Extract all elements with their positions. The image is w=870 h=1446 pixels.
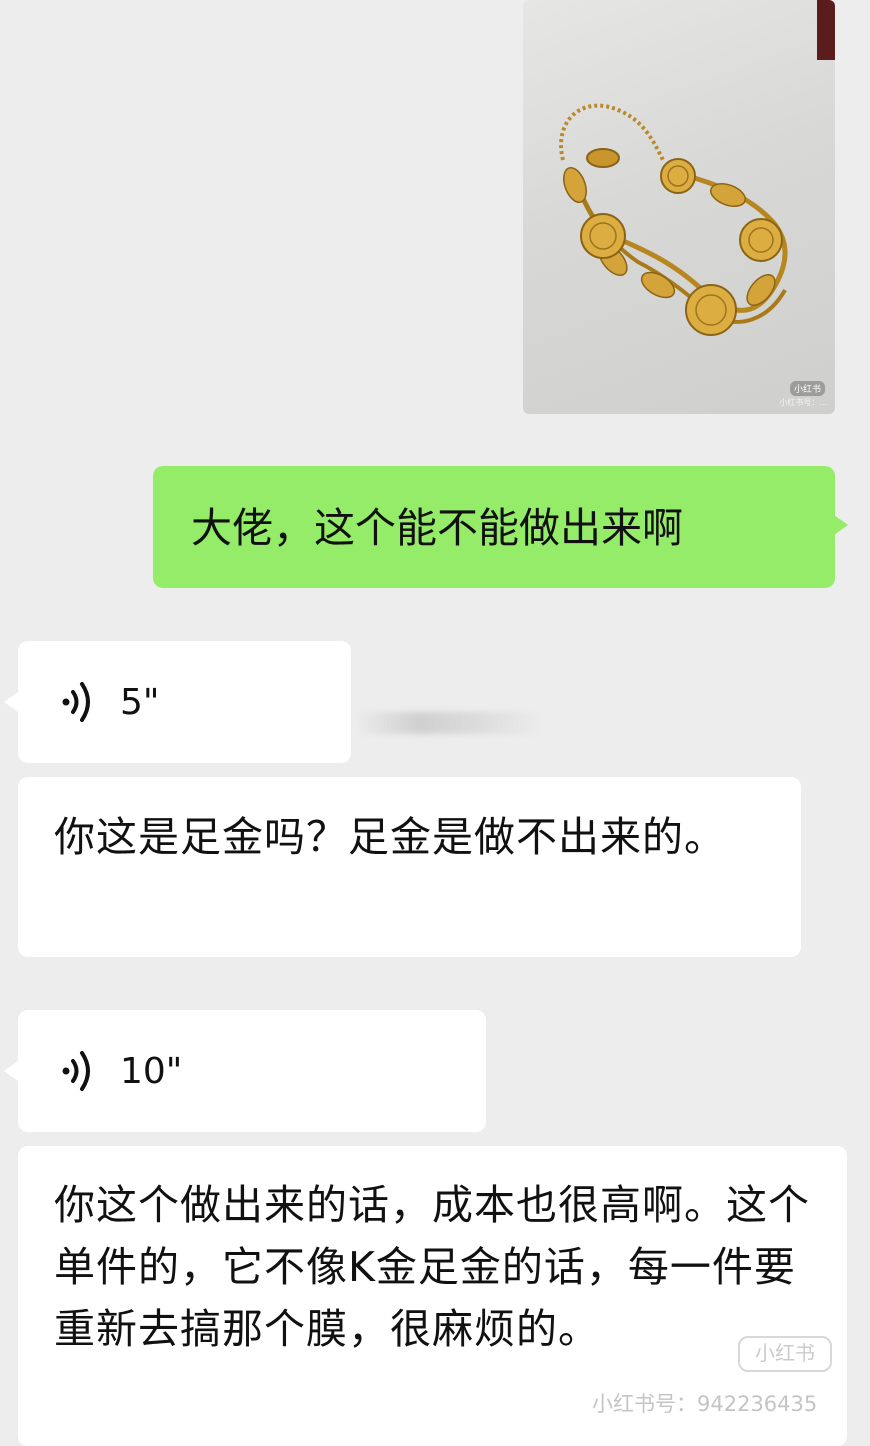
voice-message-bubble[interactable]: 5" (18, 641, 351, 763)
voice-bubble-tail (4, 692, 18, 712)
photo-watermark-text: 小红书号：... (779, 398, 827, 407)
sent-bubble-tail (834, 515, 848, 535)
bracelet-image (559, 103, 788, 336)
voice-duration: 10" (120, 1050, 183, 1092)
voice-bubble-tail (4, 1061, 18, 1081)
transcript-text: 你这是足金吗？足金是做不出来的。 (54, 813, 726, 861)
sent-message-text: 大佬，这个能不能做出来啊 (191, 504, 683, 552)
voice-wave-icon (62, 1051, 90, 1091)
app-watermark-logo: 小红书 (738, 1336, 832, 1372)
photo-watermark-badge: 小红书 (789, 381, 825, 396)
transcript-text: 你这个做出来的话，成本也很高啊。这个单件的，它不像K金足金的话，每一件要重新去搞… (54, 1181, 810, 1353)
voice-duration: 5" (120, 681, 160, 723)
transcript-bubble[interactable]: 你这是足金吗？足金是做不出来的。 (18, 777, 801, 957)
blurred-transcript-hint (356, 712, 544, 734)
voice-wave-icon (62, 682, 90, 722)
app-watermark-id: 小红书号：942236435 (592, 1392, 818, 1416)
voice-message-row: 5" (58, 678, 159, 726)
voice-message-row: 10" (58, 1047, 182, 1095)
voice-message-bubble[interactable]: 10" (18, 1010, 486, 1132)
bracelet-photo-message[interactable]: 小红书 小红书号：... (523, 0, 835, 414)
sent-message-bubble[interactable]: 大佬，这个能不能做出来啊 (153, 466, 835, 588)
